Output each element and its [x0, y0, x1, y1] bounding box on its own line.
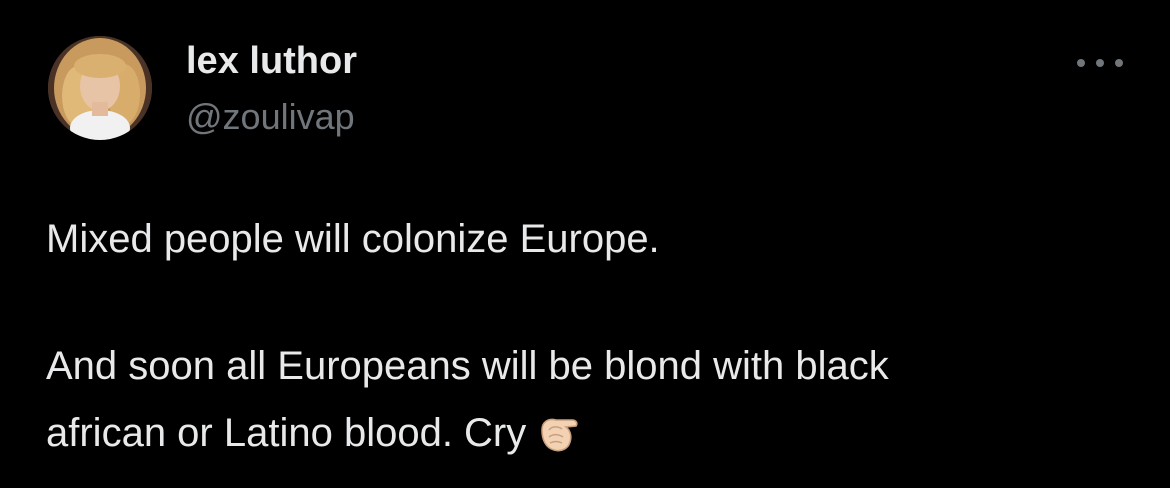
dot	[1096, 59, 1104, 67]
dot	[1077, 59, 1085, 67]
tweet-text-line: Mixed people will colonize Europe.	[46, 217, 660, 261]
tweet-card: lex luthor @zoulivap Mixed people will c…	[0, 0, 1170, 488]
pointing-finger-icon	[536, 408, 582, 475]
author-handle[interactable]: @zoulivap	[186, 96, 355, 138]
tweet-text: Mixed people will colonize Europe. And s…	[46, 206, 1126, 475]
tweet-text-line: And soon all Europeans will be blond wit…	[46, 344, 889, 388]
tweet-text-line-3: african or Latino blood. Cry	[46, 411, 527, 455]
more-options-icon[interactable]	[1074, 48, 1126, 78]
dot	[1115, 59, 1123, 67]
author-name[interactable]: lex luthor	[186, 40, 357, 83]
avatar-image	[48, 36, 152, 140]
avatar[interactable]	[48, 36, 152, 140]
tweet-text-line: african or Latino blood. Cry	[46, 400, 1126, 475]
